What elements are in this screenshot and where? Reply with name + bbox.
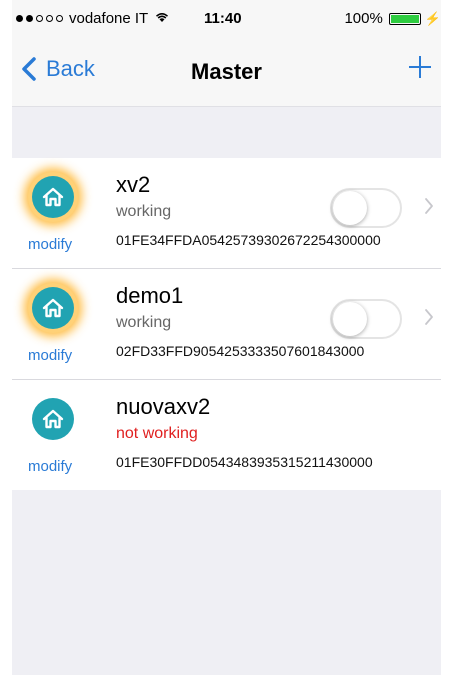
status-bar: vodafone IT 11:40 100% ⚡ (12, 0, 441, 36)
signal-strength-icon (16, 15, 63, 22)
device-toggle[interactable] (330, 299, 402, 339)
chevron-right-icon[interactable] (424, 196, 434, 216)
modify-link[interactable]: modify (28, 458, 72, 475)
toggle-knob (333, 302, 367, 336)
signal-dot (26, 15, 33, 22)
home-icon[interactable] (32, 287, 74, 329)
carrier-name: vodafone IT (69, 10, 149, 27)
charging-icon: ⚡ (424, 10, 441, 26)
battery-fill (390, 14, 419, 23)
top-bar: vodafone IT 11:40 100% ⚡ Back Master (12, 0, 441, 106)
toggle-knob (333, 191, 367, 225)
plus-icon[interactable] (407, 54, 433, 80)
navigation-bar: Back Master (12, 46, 441, 102)
home-icon[interactable] (32, 176, 74, 218)
status-right: 100% ⚡ (344, 10, 441, 27)
wifi-icon (154, 10, 170, 27)
list-item[interactable]: modify xv2 working 01FE34FFDA05425739302… (12, 158, 441, 269)
device-status: working (116, 203, 172, 220)
signal-dot (56, 15, 63, 22)
status-left: vodafone IT (16, 10, 170, 27)
home-icon[interactable] (32, 398, 74, 440)
page-title: Master (191, 59, 262, 84)
battery-percent: 100% (344, 10, 383, 27)
device-toggle[interactable] (330, 188, 402, 228)
device-status: working (116, 314, 172, 331)
list-item[interactable]: modify demo1 working 02FD33FFD9054253333… (12, 269, 441, 380)
signal-dot (16, 15, 23, 22)
device-code: 01FE30FFDD0543483935315211430000 (116, 454, 373, 470)
list-item[interactable]: modify nuovaxv2 not working 01FE30FFDD05… (12, 380, 441, 491)
section-header-band (12, 106, 441, 159)
device-code: 02FD33FFD9054253333507601843000 (116, 343, 365, 359)
app-screen: vodafone IT 11:40 100% ⚡ Back Master mod… (12, 0, 441, 675)
device-icon-glow (28, 283, 78, 333)
empty-area (12, 490, 441, 675)
battery-icon (388, 12, 421, 25)
device-code: 01FE34FFDA05425739302672254300000 (116, 232, 381, 248)
chevron-right-icon[interactable] (424, 307, 434, 327)
device-name: xv2 (116, 172, 151, 197)
clock: 11:40 (204, 10, 242, 27)
modify-link[interactable]: modify (28, 236, 72, 253)
device-list: modify xv2 working 01FE34FFDA05425739302… (12, 158, 441, 491)
device-name: demo1 (116, 283, 184, 308)
device-icon-glow (28, 394, 78, 444)
signal-dot (36, 15, 43, 22)
device-name: nuovaxv2 (116, 394, 211, 419)
device-icon-glow (28, 172, 78, 222)
signal-dot (46, 15, 53, 22)
modify-link[interactable]: modify (28, 347, 72, 364)
device-status: not working (116, 425, 198, 442)
